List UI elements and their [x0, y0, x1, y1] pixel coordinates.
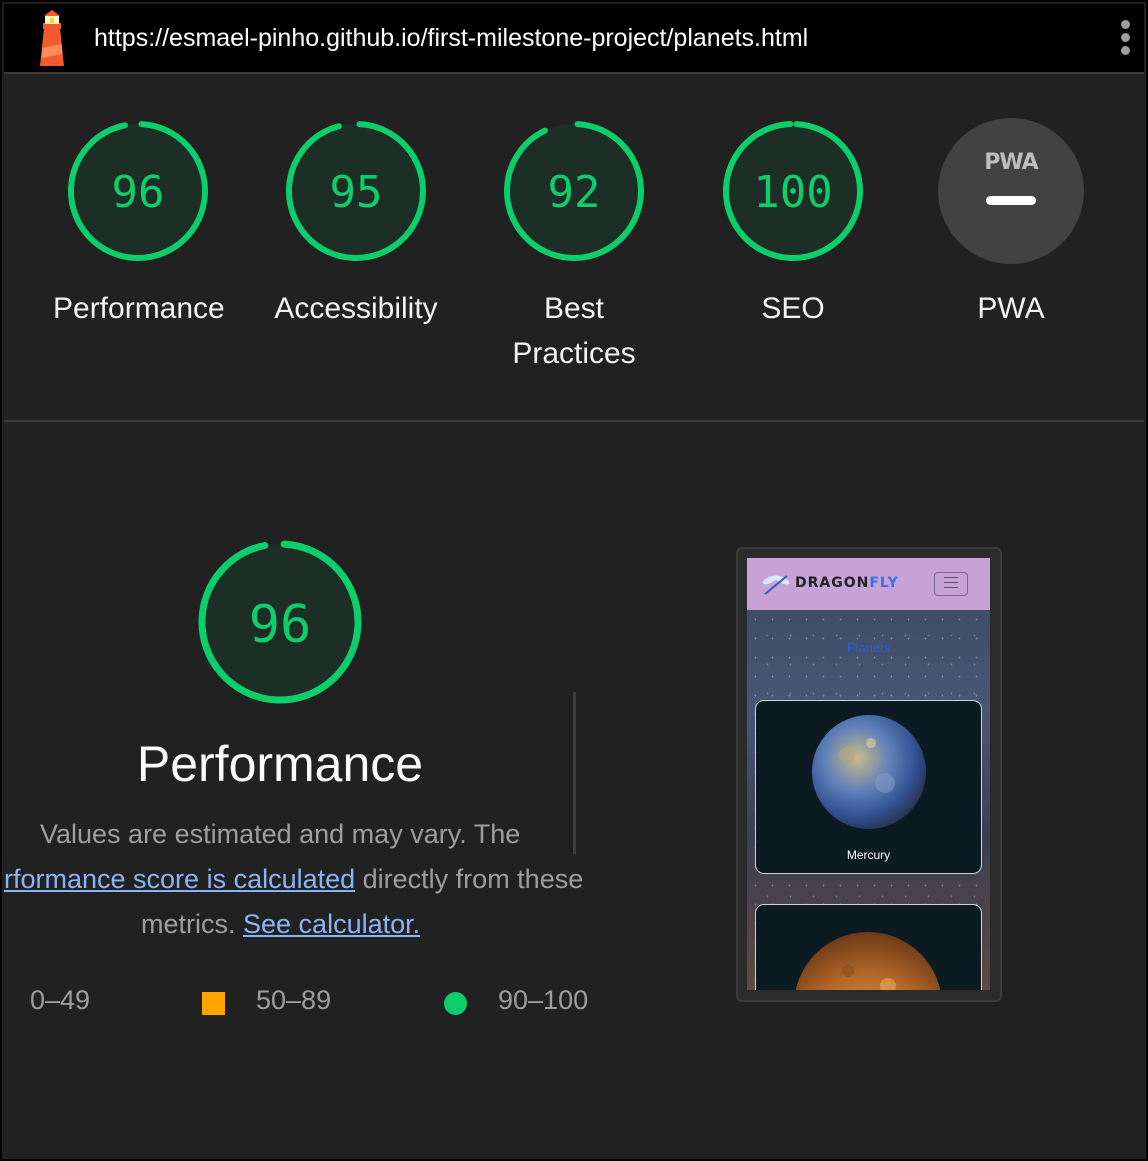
report-url[interactable]: https://esmael-pinho.github.io/first-mil… [94, 24, 808, 53]
description-line3-head: metrics. [141, 909, 244, 939]
legend-average-label: 50–89 [256, 985, 332, 1015]
mercury-image [812, 715, 926, 829]
thumbnail-brand-a: DRAGON [795, 575, 870, 591]
gauge-best-practices-label-line2: Practices [512, 337, 636, 370]
lighthouse-logo-icon [40, 10, 64, 66]
dragonfly-logo-icon [762, 575, 790, 595]
final-screenshot[interactable]: DRAGONFLY Planets Mercury [747, 558, 990, 990]
thumbnail-brand-b: FLY [869, 575, 899, 591]
gauge-best-practices[interactable]: 92 Best Practices [489, 118, 659, 376]
planet-card-mercury: Mercury [755, 700, 982, 874]
gauge-pwa[interactable]: PWA PWA [926, 118, 1096, 331]
gauge-accessibility[interactable]: 95 Accessibility [271, 118, 441, 331]
performance-gauge-large: 96 [198, 540, 362, 704]
gauge-seo-label: SEO [761, 292, 825, 325]
gauge-best-practices-score: 92 [548, 167, 601, 218]
gauge-pwa-label: PWA [977, 292, 1045, 325]
gauge-accessibility-ring: 95 [286, 120, 426, 261]
description-line1: Values are estimated and may vary. The [40, 819, 521, 849]
gauge-performance-score: 96 [112, 167, 165, 218]
gauge-seo-ring: 100 [723, 120, 863, 261]
legend-fail-label: 0–49 [30, 985, 91, 1015]
gauge-best-practices-label-line1: Best [543, 292, 605, 325]
legend-average-square-icon [202, 992, 225, 1015]
thumbnail-page-title: Planets [846, 640, 891, 655]
divider [4, 72, 1144, 74]
gauge-seo[interactable]: 100 SEO [708, 118, 878, 331]
description-line2: rformance score is calculated directly f… [4, 857, 583, 902]
more-options-icon[interactable] [1118, 20, 1132, 60]
thumbnail-navbar: DRAGONFLY [747, 558, 990, 610]
description-line3: metrics. See calculator. [141, 902, 420, 947]
gauge-seo-score: 100 [753, 167, 832, 218]
section-separator [573, 692, 576, 854]
planet-card-label: Mercury [846, 848, 891, 862]
score-calculation-link[interactable]: rformance score is calculated [4, 864, 355, 894]
see-calculator-link[interactable]: See calculator. [243, 909, 420, 939]
legend-pass-label: 90–100 [498, 985, 589, 1015]
hamburger-menu-icon [934, 572, 968, 596]
gauge-best-practices-label: Best Practices [489, 286, 659, 376]
description-line2-tail: directly from these [355, 864, 584, 894]
gauge-best-practices-ring: 92 [504, 120, 644, 261]
divider [4, 420, 1144, 422]
pwa-badge-icon: PWA [938, 118, 1084, 264]
thumbnail-brand: DRAGONFLY [795, 575, 899, 591]
gauge-performance-ring: 96 [68, 120, 208, 261]
report-topbar: https://esmael-pinho.github.io/first-mil… [4, 4, 1144, 72]
performance-heading: Performance [136, 736, 424, 792]
pwa-badge-text: PWA [984, 150, 1038, 175]
gauge-performance[interactable]: 96 Performance [53, 118, 225, 331]
planet-card-venus [755, 904, 982, 990]
performance-score-large: 96 [249, 595, 312, 655]
gauge-accessibility-label: Accessibility [274, 292, 438, 325]
venus-image [795, 932, 941, 990]
legend-pass-dot-icon [444, 992, 467, 1015]
gauge-accessibility-score: 95 [330, 167, 383, 218]
gauge-performance-label: Performance [53, 292, 225, 325]
